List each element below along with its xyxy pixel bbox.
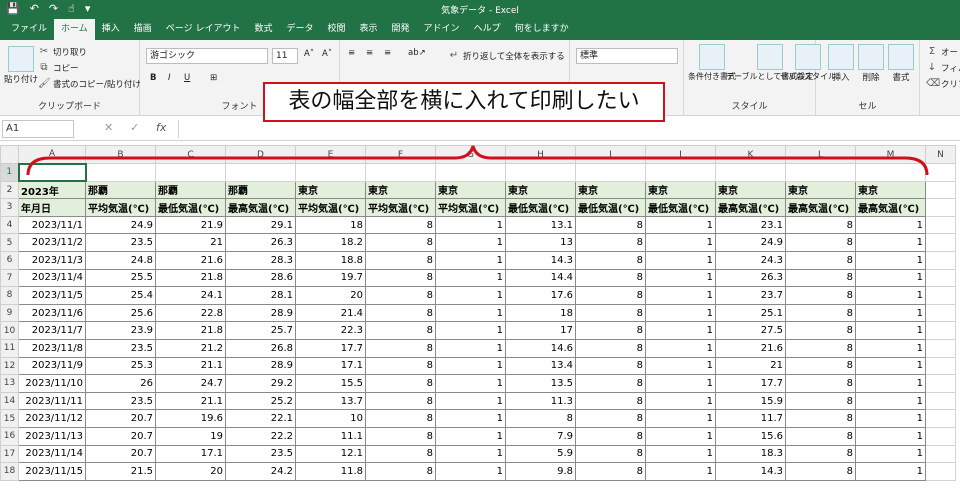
- curly-brace: [26, 145, 929, 176]
- brace-overlay: [26, 145, 929, 176]
